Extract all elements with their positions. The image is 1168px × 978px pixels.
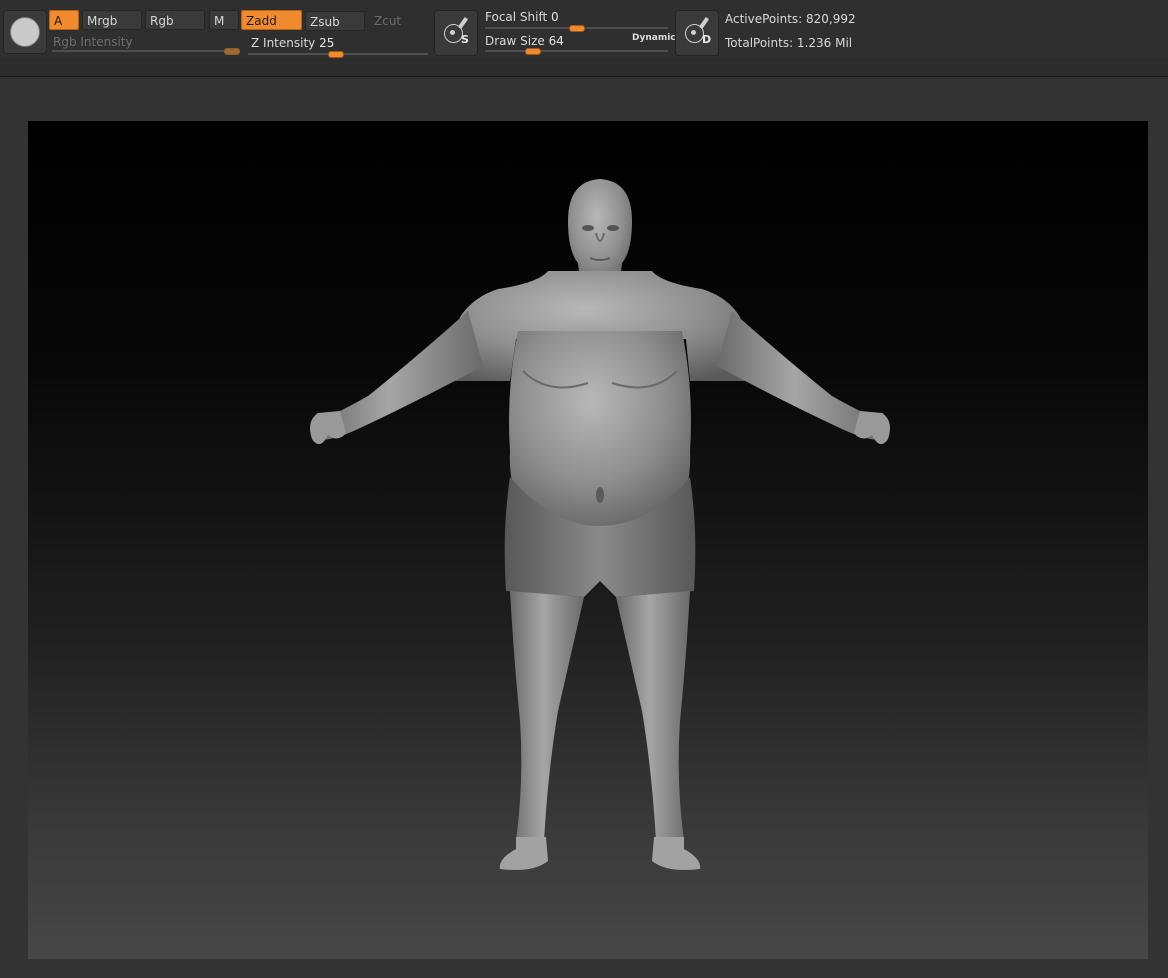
brush-dot [691,30,696,35]
brush-dot [450,30,455,35]
focal-shift-knob[interactable] [569,25,585,32]
rgb-intensity-slider[interactable] [52,50,240,52]
m-button[interactable]: M [209,10,239,30]
draw-size-label: Draw Size 64 [485,34,564,48]
logo-circle [10,17,40,47]
standard-brush-icon[interactable]: S [434,10,478,56]
focal-shift-value: 0 [551,10,559,24]
brush-stroke [457,16,469,30]
draw-size-slider[interactable] [485,50,668,52]
draw-size-knob[interactable] [525,48,541,55]
total-points-readout: TotalPoints: 1.236 Mil [725,36,853,50]
dots-brush-letter: D [702,33,712,46]
standard-brush-letter: S [461,33,469,46]
brush-stroke [698,16,710,30]
zbrush-logo-icon[interactable] [3,10,47,54]
model-right-leg [616,591,690,841]
mrgb-button[interactable]: Mrgb [82,10,142,30]
zcut-button[interactable]: Zcut [369,10,419,30]
focal-shift-name: Focal Shift [485,10,548,24]
canvas-viewport[interactable] [28,121,1148,959]
rgb-intensity-knob[interactable] [224,48,240,55]
z-intensity-knob[interactable] [328,51,344,58]
model-left-leg [510,591,584,841]
draw-size-name: Draw Size [485,34,545,48]
active-points-readout: ActivePoints: 820,992 [725,12,856,26]
focal-shift-label: Focal Shift 0 [485,10,559,24]
toolbar: A Mrgb Rgb M Zadd Zsub Zcut Rgb Intensit… [0,0,1168,77]
model-left-foot [499,837,548,870]
rgb-intensity-label: Rgb Intensity [53,35,133,49]
dynamic-toggle[interactable]: Dynamic [632,33,676,43]
sculpt-model [310,179,890,870]
zsub-button[interactable]: Zsub [305,11,365,31]
z-intensity-value: 25 [319,36,335,50]
draw-size-value: 64 [548,34,564,48]
zadd-button[interactable]: Zadd [241,10,302,30]
dots-brush-icon[interactable]: D [675,10,719,56]
a-button[interactable]: A [49,10,79,30]
rgb-button[interactable]: Rgb [145,10,205,30]
z-intensity-label: Z Intensity 25 [251,36,334,50]
model-right-foot [652,837,701,870]
z-intensity-name: Z Intensity [251,36,316,50]
